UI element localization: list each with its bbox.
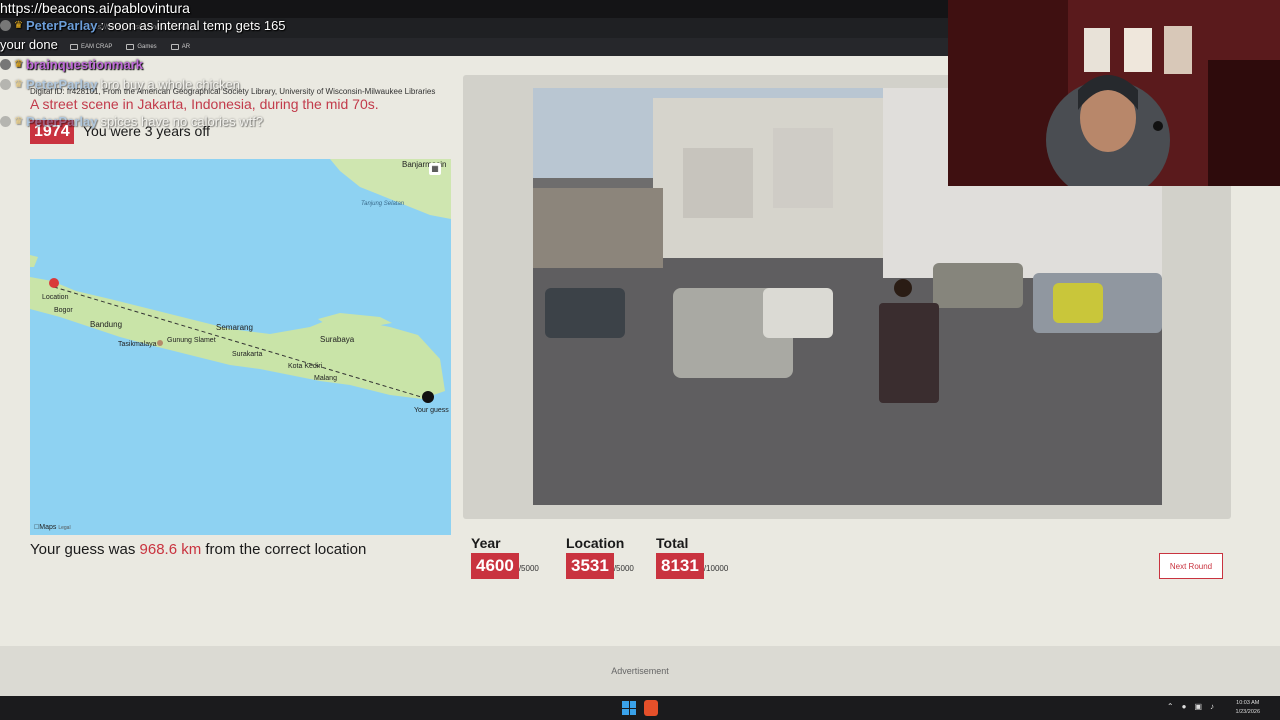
score-label: Year [471, 535, 501, 551]
crown-icon: ♛ [14, 59, 23, 70]
map-label: Location [42, 294, 69, 301]
brave-browser-icon[interactable] [644, 700, 658, 716]
map-label: Tanjung Selatan [361, 201, 405, 207]
map-label: Surabaya [320, 335, 355, 344]
chevron-up-icon[interactable]: ⌃ [1167, 702, 1174, 711]
advertisement-label: Advertisement [611, 666, 669, 676]
score-value: 8131 [656, 553, 704, 579]
guess-pin [422, 391, 434, 403]
map-label: Gunung Slamet [167, 337, 216, 344]
total-score: Total 8131/10000 [656, 535, 728, 579]
microphone-icon[interactable]: ● [1182, 702, 1187, 711]
bookmarks-bar: EAM CRAP Games AR [0, 38, 948, 56]
chat-message: ♛ PeterParlay spices have no calories wtf… [0, 114, 263, 129]
bookmark-label: AR [181, 44, 191, 50]
chat-text: bro buy a whole chicken [100, 77, 241, 92]
avatar [0, 20, 11, 31]
stream-overlay-url: https://beacons.ai/pablovintura [0, 0, 190, 16]
map-label: Surakarta [232, 351, 263, 358]
chat-username: PeterParlay [25, 77, 98, 92]
sumatra-tip [30, 255, 38, 267]
folder-icon [126, 44, 135, 50]
volcano-marker [157, 340, 163, 346]
chat-message: ♛ brainquestionmark [0, 57, 146, 72]
bookmark-item[interactable]: EAM CRAP [70, 44, 112, 50]
map-label: Kota Kediri [288, 363, 323, 370]
webcam-image [948, 0, 1280, 186]
result-map[interactable]: Banjarmasin Tanjung Selatan Location Bog… [30, 159, 451, 535]
volume-icon[interactable]: ♪ [1210, 702, 1214, 711]
chat-text: spices have no calories wtf? [100, 114, 264, 129]
next-round-button[interactable]: Next Round [1159, 553, 1223, 579]
chat-username: PeterParlay [25, 114, 98, 129]
chat-message: your done [0, 37, 58, 52]
score-label: Total [656, 535, 689, 551]
chat-username: brainquestionmark [25, 57, 143, 72]
crown-icon: ♛ [14, 20, 23, 31]
score-max: /5000 [613, 564, 634, 573]
guess-distance-text: Your guess was 968.6 km from the correct… [30, 541, 367, 558]
webcam-feed [948, 0, 1280, 186]
map-canvas [30, 159, 451, 403]
folder-icon [170, 44, 179, 50]
chat-message: ♛ PeterParlay bro buy a whole chicken [0, 77, 240, 92]
crown-icon: ♛ [14, 79, 23, 90]
correct-location-pin [49, 278, 59, 288]
madura-island [318, 313, 392, 327]
bookmark-item[interactable]: AR [170, 44, 191, 50]
chat-username: PeterParlay [25, 18, 98, 33]
score-label: Location [566, 535, 625, 551]
map-label: Your guess [414, 407, 449, 414]
photo-caption: A street scene in Jakarta, Indonesia, du… [30, 96, 379, 112]
map-label: Tasikmalaya [118, 341, 157, 348]
bookmark-label: Games [137, 44, 157, 50]
score-value: 3531 [566, 553, 614, 579]
map-label: Semarang [216, 323, 253, 332]
crown-icon: ♛ [14, 116, 23, 127]
chat-message: ♛ PeterParlay: soon as internal temp get… [0, 18, 286, 33]
distance-value: 968.6 km [139, 541, 202, 558]
avatar [0, 79, 11, 90]
map-layers-button[interactable]: ▦ [429, 163, 441, 175]
chat-text: : soon as internal temp gets 165 [100, 18, 286, 33]
score-max: /10000 [703, 564, 729, 573]
windows-taskbar: ⌃ ● ▣ ♪ 10:03 AM 1/23/2026 [0, 696, 1280, 720]
avatar [0, 116, 11, 127]
location-score: Location 3531/5000 [566, 535, 634, 579]
avatar [0, 59, 11, 70]
taskbar-clock[interactable]: 10:03 AM 1/23/2026 [1236, 699, 1260, 717]
java-island [30, 277, 445, 399]
network-icon[interactable]: ▣ [1194, 702, 1202, 711]
bookmark-item[interactable]: Games [126, 44, 157, 50]
clock-date: 1/23/2026 [1235, 709, 1260, 715]
score-max: /5000 [518, 564, 539, 573]
map-label: Malang [314, 375, 337, 382]
map-label: Bogor [54, 307, 73, 314]
year-score: Year 4600/5000 [471, 535, 539, 579]
advertisement-strip: Advertisement [0, 646, 1280, 696]
clock-time: 10:03 AM [1236, 700, 1260, 706]
chat-text: your done [0, 37, 58, 52]
map-label: Bandung [90, 320, 123, 329]
system-tray: ⌃ ● ▣ ♪ [1167, 702, 1214, 711]
windows-start-icon[interactable] [622, 701, 636, 715]
score-value: 4600 [471, 553, 519, 579]
apple-maps-logo: Maps Legal [34, 524, 71, 531]
folder-icon [70, 44, 78, 50]
bookmark-label: EAM CRAP [81, 44, 113, 50]
